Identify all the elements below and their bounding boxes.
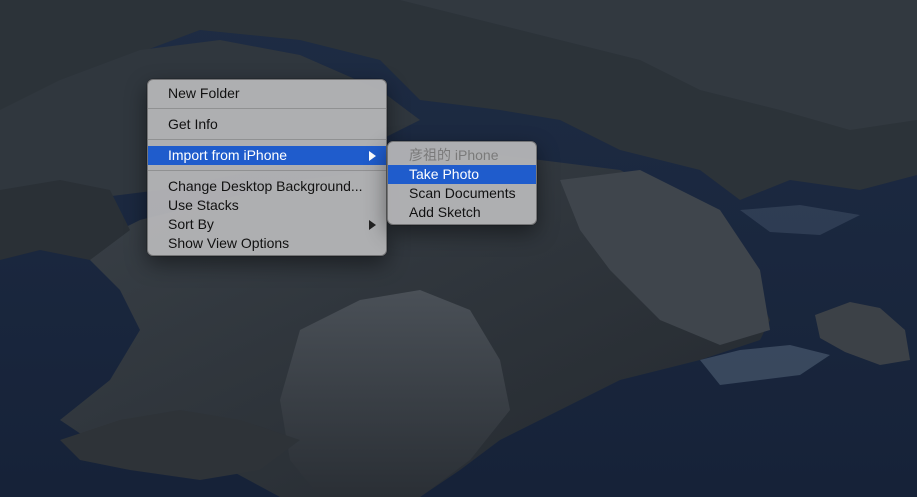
desktop[interactable]: New Folder Get Info Import from iPhone C… (0, 0, 917, 497)
menu-item-get-info[interactable]: Get Info (148, 115, 386, 134)
submenu-item-take-photo[interactable]: Take Photo (388, 165, 536, 184)
submenu-item-scan-documents[interactable]: Scan Documents (388, 184, 536, 203)
desktop-wallpaper (0, 0, 917, 497)
menu-item-label: Import from iPhone (168, 147, 288, 163)
submenu-device-header: 彦祖的 iPhone (409, 147, 499, 163)
menu-item-show-view-options[interactable]: Show View Options (148, 234, 386, 253)
menu-item-label: Sort By (168, 216, 214, 232)
menu-item-import-from-iphone[interactable]: Import from iPhone (148, 146, 386, 165)
menu-separator (148, 170, 386, 171)
submenu-item-add-sketch[interactable]: Add Sketch (388, 203, 536, 222)
submenu-arrow-icon (369, 151, 376, 161)
submenu-arrow-icon (369, 220, 376, 230)
menu-item-change-desktop-background[interactable]: Change Desktop Background... (148, 177, 386, 196)
import-from-iphone-submenu: 彦祖的 iPhone Take Photo Scan Documents Add… (387, 141, 537, 225)
menu-item-new-folder[interactable]: New Folder (148, 84, 386, 103)
menu-separator (148, 139, 386, 140)
menu-item-use-stacks[interactable]: Use Stacks (148, 196, 386, 215)
desktop-context-menu: New Folder Get Info Import from iPhone C… (147, 79, 387, 256)
menu-item-sort-by[interactable]: Sort By (148, 215, 386, 234)
menu-separator (148, 108, 386, 109)
